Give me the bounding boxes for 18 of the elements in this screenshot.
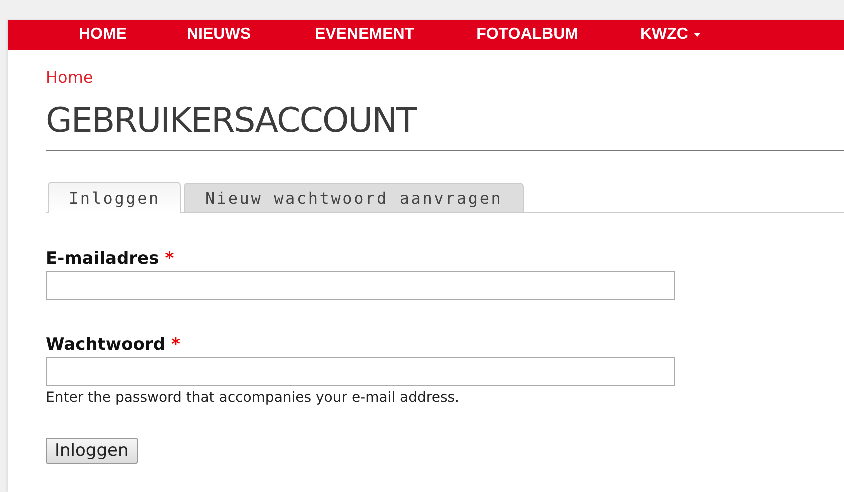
nav-link[interactable]: NIEUWS — [187, 26, 251, 44]
field-description: Enter the password that accompanies your e-mail address. — [46, 390, 461, 406]
field-label: E-mailadres — [46, 249, 160, 269]
page-title: GEBRUIKERSACCOUNT — [46, 101, 418, 141]
field-label: Wachtwoord — [46, 335, 166, 355]
nav-link[interactable]: HOME — [79, 26, 127, 44]
nav-link[interactable]: KWZC — [640, 26, 702, 44]
required-mark: * — [165, 249, 174, 269]
breadcrumb-link[interactable]: Home — [46, 68, 94, 87]
tab[interactable]: Inloggen — [48, 182, 182, 213]
tab[interactable]: Nieuw wachtwoord aanvragen — [184, 183, 524, 212]
input-field[interactable] — [46, 357, 675, 386]
login-button[interactable]: Inloggen — [46, 438, 138, 464]
input-field[interactable] — [46, 271, 675, 300]
nav-link[interactable]: EVENEMENT — [315, 26, 415, 44]
required-mark: * — [172, 335, 180, 355]
caret-icon — [694, 33, 702, 37]
nav-link[interactable]: FOTOALBUM — [476, 26, 578, 44]
